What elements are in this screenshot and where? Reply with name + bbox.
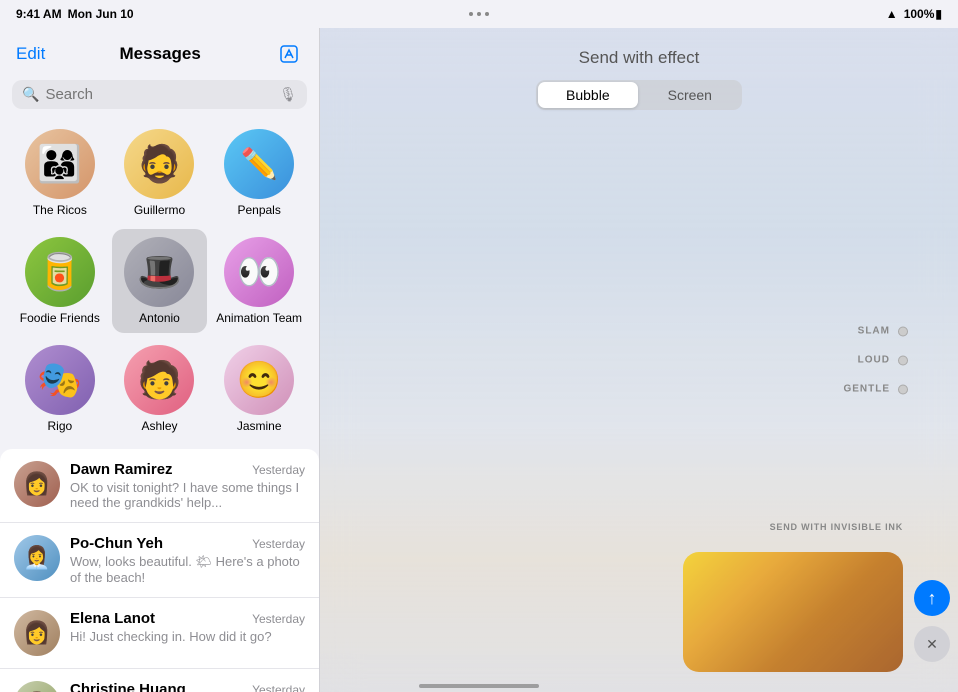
search-bar[interactable]: 🔍 🎙 — [12, 80, 307, 109]
edit-button[interactable]: Edit — [16, 44, 45, 64]
pinned-name-rigo: Rigo — [47, 419, 72, 433]
avatar-foodie-friends: 🥫 — [25, 237, 95, 307]
avatar-pochun-yeh: 👩‍💼 — [14, 535, 60, 581]
avatar-antonio: 🎩 — [124, 237, 194, 307]
pinned-item-ashley[interactable]: 🧑 Ashley — [112, 337, 208, 441]
battery: 100% ▮ — [904, 7, 942, 21]
conversation-dawn-ramirez[interactable]: 👩 Dawn Ramirez Yesterday OK to visit ton… — [0, 449, 319, 523]
avatar-christine-huang: 👩 — [14, 681, 60, 692]
pinned-name-guillermo: Guillermo — [134, 203, 185, 217]
avatar-rigo: 🎭 — [25, 345, 95, 415]
pinned-name-foodie-friends: Foodie Friends — [20, 311, 100, 325]
microphone-icon: 🎙 — [279, 86, 297, 103]
pinned-name-penpals: Penpals — [237, 203, 280, 217]
sidebar-header: Edit Messages — [0, 28, 319, 76]
conversation-christine-huang[interactable]: 👩 Christine Huang Yesterday Me too, haha… — [0, 669, 319, 692]
conv-time-christine: Yesterday — [252, 683, 305, 692]
effect-tabs: Bubble Screen — [536, 80, 742, 110]
conv-time-elena: Yesterday — [252, 612, 305, 626]
pinned-name-animation-team: Animation Team — [216, 311, 302, 325]
effect-label-loud: LOUD — [858, 355, 890, 366]
conv-preview-elena: Hi! Just checking in. How did it go? — [70, 629, 305, 644]
search-icon: 🔍 — [22, 86, 39, 103]
pinned-item-guillermo[interactable]: 🧔 Guillermo — [112, 121, 208, 225]
avatar-elena-lanot: 👩 — [14, 610, 60, 656]
avatar-dawn-ramirez: 👩 — [14, 461, 60, 507]
cancel-icon: ✕ — [926, 636, 938, 653]
pinned-item-the-ricos[interactable]: 👨‍👩‍👧 The Ricos — [12, 121, 108, 225]
message-card-background — [683, 552, 903, 672]
conv-name-elena: Elena Lanot — [70, 610, 155, 627]
compose-button[interactable] — [275, 40, 303, 68]
tab-screen[interactable]: Screen — [640, 82, 740, 108]
conv-name-christine: Christine Huang — [70, 681, 186, 692]
cancel-button[interactable]: ✕ — [914, 626, 950, 662]
pinned-item-animation-team[interactable]: 👀 Animation Team — [211, 229, 307, 333]
pinned-grid: 👨‍👩‍👧 The Ricos 🧔 Guillermo ✏️ Penpals 🥫… — [0, 117, 319, 449]
effect-header: Send with effect Bubble Screen — [320, 48, 958, 110]
conversation-pochun-yeh[interactable]: 👩‍💼 Po-Chun Yeh Yesterday Wow, looks bea… — [0, 523, 319, 598]
effect-label-slam: SLAM — [858, 326, 890, 337]
conv-name-pochun: Po-Chun Yeh — [70, 535, 163, 552]
conv-info-elena: Elena Lanot Yesterday Hi! Just checking … — [70, 610, 305, 644]
pinned-name-antonio: Antonio — [139, 311, 180, 325]
pinned-item-rigo[interactable]: 🎭 Rigo — [12, 337, 108, 441]
pinned-name-jasmine: Jasmine — [237, 419, 282, 433]
time: 9:41 AM — [16, 7, 62, 21]
app-container: Edit Messages 🔍 🎙 👨‍👩‍👧 The Ricos — [0, 28, 958, 692]
pinned-name-ashley: Ashley — [141, 419, 177, 433]
effect-dot-slam — [898, 326, 908, 336]
conv-info-christine: Christine Huang Yesterday Me too, haha. … — [70, 681, 305, 692]
date: Mon Jun 10 — [68, 7, 134, 21]
sidebar: Edit Messages 🔍 🎙 👨‍👩‍👧 The Ricos — [0, 28, 320, 692]
avatar-guillermo: 🧔 — [124, 129, 194, 199]
send-button[interactable]: ↑ — [914, 580, 950, 616]
conversation-elena-lanot[interactable]: 👩 Elena Lanot Yesterday Hi! Just checkin… — [0, 598, 319, 669]
conv-info-dawn: Dawn Ramirez Yesterday OK to visit tonig… — [70, 461, 305, 510]
conversation-list: 👩 Dawn Ramirez Yesterday OK to visit ton… — [0, 449, 319, 692]
conv-time-pochun: Yesterday — [252, 537, 305, 551]
avatar-the-ricos: 👨‍👩‍👧 — [25, 129, 95, 199]
three-dots — [469, 12, 489, 16]
effect-gentle[interactable]: GENTLE — [843, 384, 908, 395]
right-panel: Send with effect Bubble Screen SLAM LOUD… — [320, 28, 958, 692]
compose-icon — [279, 44, 299, 64]
pinned-item-antonio[interactable]: 🎩 Antonio — [112, 229, 208, 333]
avatar-jasmine: 😊 — [224, 345, 294, 415]
effect-slam[interactable]: SLAM — [858, 326, 908, 337]
wifi-icon: ▲ — [886, 7, 898, 21]
pinned-name-the-ricos: The Ricos — [33, 203, 87, 217]
conv-time-dawn: Yesterday — [252, 463, 305, 477]
avatar-animation-team: 👀 — [224, 237, 294, 307]
pinned-item-penpals[interactable]: ✏️ Penpals — [211, 121, 307, 225]
effect-title: Send with effect — [579, 48, 700, 68]
conv-preview-pochun: Wow, looks beautiful. 🌤 Here's a photo o… — [70, 554, 305, 585]
effect-label-gentle: GENTLE — [843, 384, 890, 395]
search-input[interactable] — [45, 86, 273, 103]
conv-name-dawn: Dawn Ramirez — [70, 461, 173, 478]
effects-list: SLAM LOUD GENTLE — [843, 326, 908, 395]
pinned-item-foodie-friends[interactable]: 🥫 Foodie Friends — [12, 229, 108, 333]
effect-loud[interactable]: LOUD — [858, 355, 908, 366]
effect-dot-loud — [898, 355, 908, 365]
conv-info-pochun: Po-Chun Yeh Yesterday Wow, looks beautif… — [70, 535, 305, 585]
status-bar: 9:41 AM Mon Jun 10 ▲ 100% ▮ — [0, 0, 958, 28]
avatar-penpals: ✏️ — [224, 129, 294, 199]
action-buttons: ↑ ✕ — [914, 580, 950, 662]
pinned-item-jasmine[interactable]: 😊 Jasmine — [211, 337, 307, 441]
sidebar-title: Messages — [120, 44, 201, 64]
invisible-ink-label: SEND WITH INVISIBLE INK — [770, 522, 903, 532]
send-icon: ↑ — [928, 588, 937, 609]
message-card — [683, 552, 903, 672]
conv-preview-dawn: OK to visit tonight? I have some things … — [70, 480, 305, 510]
avatar-ashley: 🧑 — [124, 345, 194, 415]
effect-dot-gentle — [898, 384, 908, 394]
tab-bubble[interactable]: Bubble — [538, 82, 638, 108]
home-indicator — [419, 684, 539, 688]
